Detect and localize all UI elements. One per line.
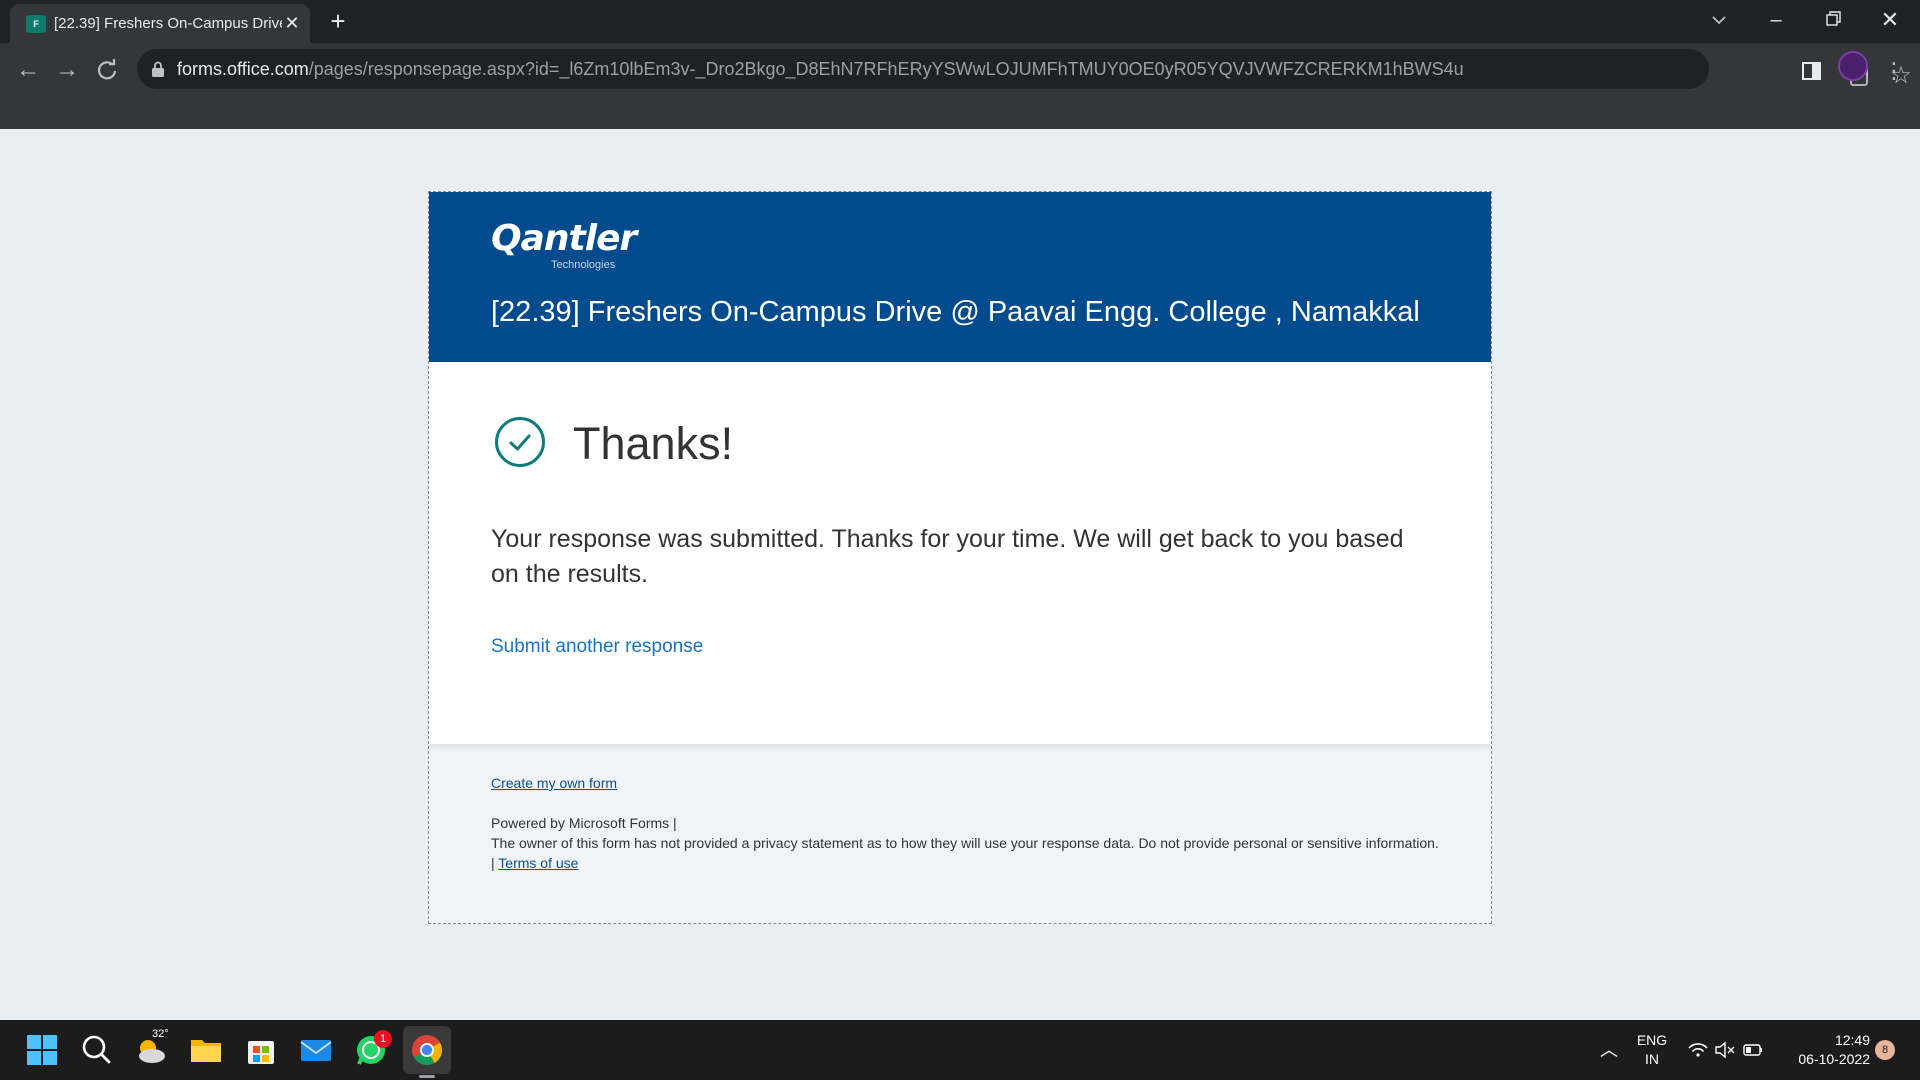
form-title: [22.39] Freshers On-Campus Drive @ Paava… <box>491 296 1420 328</box>
side-panel-icon[interactable] <box>1796 55 1828 87</box>
window-minimize-icon[interactable]: – <box>1751 4 1801 36</box>
terms-line: | Terms of use <box>491 855 579 871</box>
reload-icon[interactable] <box>90 53 124 87</box>
forms-favicon-icon: F <box>26 15 46 33</box>
confirmation-message: Your response was submitted. Thanks for … <box>491 525 1404 588</box>
form-footer: Create my own form Powered by Microsoft … <box>491 775 1451 873</box>
weather-temperature: 32° <box>152 1028 169 1040</box>
profile-avatar-icon[interactable] <box>1838 51 1868 81</box>
url-text[interactable]: forms.office.com/pages/responsepage.aspx… <box>177 59 1464 80</box>
form-card: Qantler Technologies [22.39] Freshers On… <box>428 191 1492 924</box>
browser-tab-bar: F [22.39] Freshers On-Campus Drive @ Paa… <box>0 0 1920 43</box>
windows-start-icon[interactable] <box>22 1030 62 1070</box>
checkmark-circle-icon <box>495 417 545 467</box>
active-app-indicator <box>419 1075 435 1078</box>
brand-logo: Qantler Technologies <box>491 218 637 271</box>
file-explorer-icon[interactable] <box>186 1030 226 1070</box>
brand-name: Qantler <box>491 218 637 259</box>
kebab-menu-icon[interactable]: ⋮ <box>1880 55 1908 87</box>
tab-title: [22.39] Freshers On-Campus Drive @ Paava… <box>54 15 282 32</box>
form-header: Qantler Technologies [22.39] Freshers On… <box>429 192 1491 362</box>
browser-toolbar: ← → forms.office.com/pages/responsepage.… <box>0 43 1920 129</box>
brand-subtitle: Technologies <box>551 259 616 271</box>
new-tab-icon[interactable]: + <box>324 8 352 36</box>
submit-another-response-link[interactable]: Submit another response <box>491 636 703 658</box>
windows-taskbar: 32° 1 ︿ ENG IN 12:49 06-10-2022 8 <box>0 1020 1920 1080</box>
browser-tab[interactable]: F [22.39] Freshers On-Campus Drive @ Paa… <box>10 4 310 43</box>
window-restore-icon[interactable] <box>1808 4 1858 36</box>
tray-chevron-up-icon[interactable]: ︿ <box>1597 1038 1621 1062</box>
notification-count-badge[interactable]: 8 <box>1875 1040 1895 1060</box>
search-icon[interactable] <box>77 1030 117 1070</box>
language-indicator[interactable]: ENG IN <box>1632 1031 1672 1069</box>
create-own-form-link[interactable]: Create my own form <box>491 775 617 791</box>
chrome-icon[interactable] <box>403 1026 451 1074</box>
lock-icon[interactable] <box>151 61 165 77</box>
whatsapp-notification-badge: 1 <box>374 1030 392 1048</box>
forward-arrow-icon[interactable]: → <box>50 53 84 87</box>
mail-icon[interactable] <box>296 1030 336 1070</box>
tab-close-icon[interactable]: ✕ <box>282 12 302 34</box>
privacy-notice: The owner of this form has not provided … <box>491 835 1439 851</box>
back-arrow-icon[interactable]: ← <box>11 53 45 87</box>
confirmation-panel: Thanks! Your response was submitted. Tha… <box>429 362 1491 744</box>
tab-search-chevron-icon[interactable] <box>1707 8 1731 32</box>
system-clock[interactable]: 12:49 06-10-2022 <box>1780 1031 1870 1069</box>
powered-by-text: Powered by Microsoft Forms | <box>491 815 677 831</box>
window-close-icon[interactable]: ✕ <box>1865 4 1915 36</box>
thanks-heading: Thanks! <box>573 418 734 469</box>
microsoft-store-icon[interactable] <box>241 1030 281 1070</box>
terms-of-use-link[interactable]: Terms of use <box>498 855 578 871</box>
address-bar[interactable]: forms.office.com/pages/responsepage.aspx… <box>137 49 1912 89</box>
wifi-volume-battery-icon[interactable] <box>1686 1038 1766 1062</box>
